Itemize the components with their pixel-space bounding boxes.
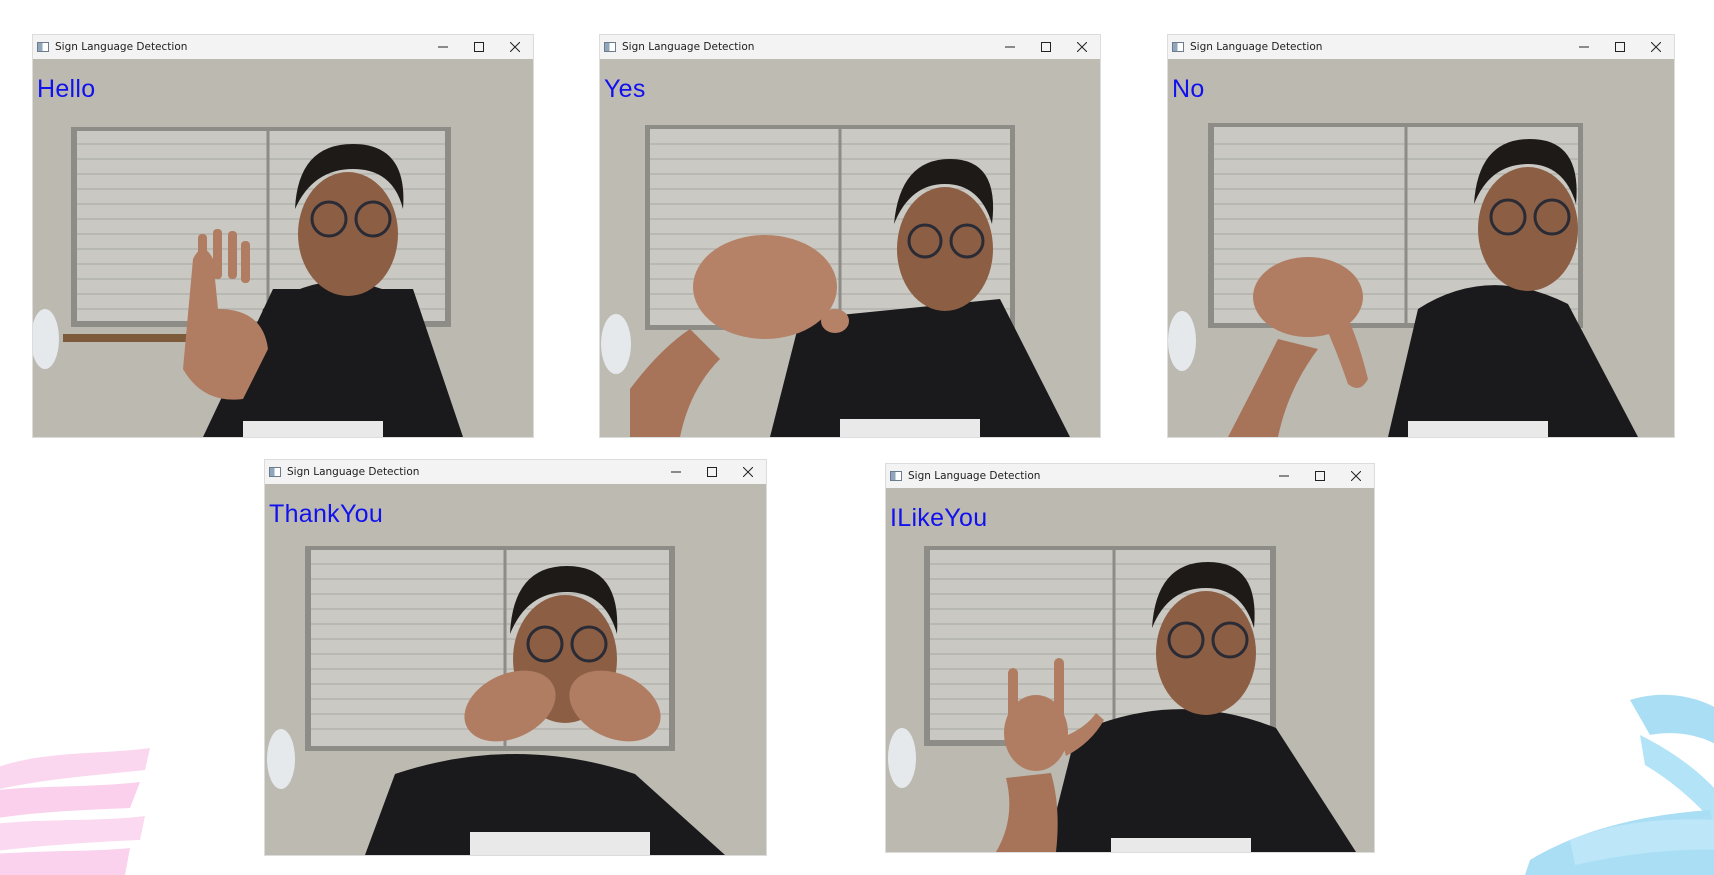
window-titlebar[interactable]: Sign Language Detection bbox=[1168, 35, 1674, 59]
webcam-image bbox=[1168, 59, 1674, 437]
webcam-image bbox=[886, 488, 1374, 852]
close-icon[interactable] bbox=[1638, 35, 1674, 59]
detection-window-no[interactable]: Sign Language Detection No bbox=[1168, 35, 1674, 437]
webcam-feed: ILikeYou bbox=[886, 488, 1374, 852]
window-title: Sign Language Detection bbox=[287, 466, 420, 478]
webcam-feed: No bbox=[1168, 59, 1674, 437]
webcam-feed: Yes bbox=[600, 59, 1100, 437]
window-titlebar[interactable]: Sign Language Detection bbox=[886, 464, 1374, 488]
webcam-image bbox=[33, 59, 533, 437]
maximize-icon[interactable] bbox=[461, 35, 497, 59]
pink-brush-stroke bbox=[0, 748, 150, 875]
webcam-image bbox=[265, 484, 766, 855]
prediction-label: Yes bbox=[604, 75, 646, 103]
prediction-label: No bbox=[1172, 75, 1205, 103]
minimize-icon[interactable] bbox=[425, 35, 461, 59]
blue-brush-stroke bbox=[1525, 694, 1714, 875]
window-title: Sign Language Detection bbox=[622, 41, 755, 53]
maximize-icon[interactable] bbox=[1602, 35, 1638, 59]
detection-window-yes[interactable]: Sign Language Detection Yes bbox=[600, 35, 1100, 437]
app-window-icon bbox=[890, 471, 902, 481]
maximize-icon[interactable] bbox=[1028, 35, 1064, 59]
minimize-icon[interactable] bbox=[1266, 464, 1302, 488]
close-icon[interactable] bbox=[1338, 464, 1374, 488]
window-titlebar[interactable]: Sign Language Detection bbox=[33, 35, 533, 59]
prediction-label: ThankYou bbox=[269, 500, 384, 528]
prediction-label: Hello bbox=[37, 75, 96, 103]
window-title: Sign Language Detection bbox=[908, 470, 1041, 482]
prediction-label: ILikeYou bbox=[890, 504, 988, 532]
app-window-icon bbox=[269, 467, 281, 477]
detection-window-hello[interactable]: Sign Language Detection Hello bbox=[33, 35, 533, 437]
close-icon[interactable] bbox=[1064, 35, 1100, 59]
minimize-icon[interactable] bbox=[1566, 35, 1602, 59]
maximize-icon[interactable] bbox=[694, 460, 730, 484]
app-window-icon bbox=[1172, 42, 1184, 52]
maximize-icon[interactable] bbox=[1302, 464, 1338, 488]
minimize-icon[interactable] bbox=[992, 35, 1028, 59]
close-icon[interactable] bbox=[497, 35, 533, 59]
window-titlebar[interactable]: Sign Language Detection bbox=[600, 35, 1100, 59]
minimize-icon[interactable] bbox=[658, 460, 694, 484]
app-window-icon bbox=[37, 42, 49, 52]
webcam-image bbox=[600, 59, 1100, 437]
detection-window-thankyou[interactable]: Sign Language Detection ThankYou bbox=[265, 460, 766, 855]
app-window-icon bbox=[604, 42, 616, 52]
webcam-feed: ThankYou bbox=[265, 484, 766, 855]
webcam-feed: Hello bbox=[33, 59, 533, 437]
detection-window-ilikeyou[interactable]: Sign Language Detection ILikeYou bbox=[886, 464, 1374, 852]
close-icon[interactable] bbox=[730, 460, 766, 484]
collage-canvas: Sign Language Detection Hello Sign Langu… bbox=[0, 0, 1714, 875]
window-titlebar[interactable]: Sign Language Detection bbox=[265, 460, 766, 484]
window-title: Sign Language Detection bbox=[1190, 41, 1323, 53]
window-title: Sign Language Detection bbox=[55, 41, 188, 53]
